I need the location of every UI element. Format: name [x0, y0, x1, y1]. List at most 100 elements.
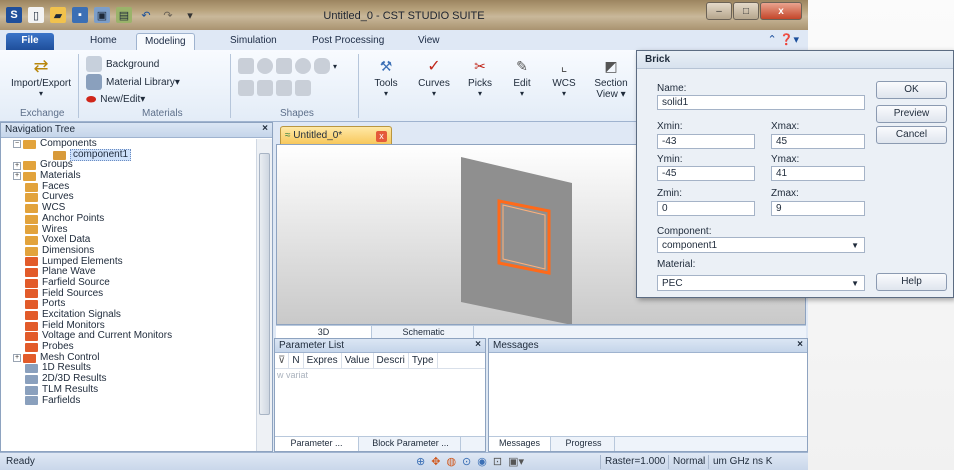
name-field[interactable]: solid1: [657, 95, 865, 110]
ribbon-tabs: File Home Modeling Simulation Post Proce…: [0, 30, 808, 50]
tree-item-label: Anchor Points: [42, 212, 105, 224]
close-button[interactable]: x: [760, 2, 802, 20]
tab-post-processing[interactable]: Post Processing: [304, 33, 392, 50]
tree-item[interactable]: Lumped Elements: [1, 256, 256, 268]
tree-item[interactable]: Wires: [1, 224, 256, 236]
expand-icon[interactable]: +: [13, 172, 21, 181]
tree-item[interactable]: + Materials: [1, 170, 256, 182]
sweep-icon[interactable]: [295, 80, 311, 96]
tab-modeling[interactable]: Modeling: [136, 33, 195, 50]
folder-icon: [23, 139, 36, 149]
scrollbar-thumb[interactable]: [259, 153, 270, 415]
zmax-field[interactable]: 9: [771, 201, 865, 216]
xmax-label: Xmax:: [771, 121, 800, 132]
zoom-icon[interactable]: ⊕: [416, 455, 425, 468]
ymax-field[interactable]: 41: [771, 166, 865, 181]
minimize-button[interactable]: –: [706, 2, 732, 20]
tab-parameter[interactable]: Parameter ...: [275, 437, 359, 451]
more-shapes-icon[interactable]: ▾: [333, 62, 337, 71]
column-header[interactable]: Value: [342, 352, 374, 369]
fit-view-icon[interactable]: ⊡: [493, 455, 502, 468]
tree-scrollbar[interactable]: [256, 139, 272, 451]
tree-item[interactable]: 2D/3D Results: [1, 373, 256, 385]
close-tab-icon[interactable]: x: [376, 131, 387, 142]
cone-shape-icon[interactable]: [276, 58, 292, 74]
tab-block-parameter[interactable]: Block Parameter ...: [361, 437, 461, 451]
help-button[interactable]: Help: [876, 273, 947, 291]
tree-item[interactable]: WCS: [1, 202, 256, 214]
tab-simulation[interactable]: Simulation: [222, 33, 285, 50]
tree-item[interactable]: TLM Results: [1, 384, 256, 396]
group-label-exchange: Exchange: [20, 108, 65, 119]
wcs-button[interactable]: ⌞ WCS ▾: [548, 54, 580, 99]
close-panel-icon[interactable]: ×: [475, 339, 481, 350]
tab-file[interactable]: File: [6, 33, 54, 50]
column-header[interactable]: Expres: [304, 352, 342, 369]
tree-item[interactable]: Voxel Data: [1, 234, 256, 246]
rotate-icon[interactable]: [257, 80, 273, 96]
tree-item[interactable]: Field Sources: [1, 288, 256, 300]
tools-button[interactable]: ⚒ Tools ▾: [366, 54, 406, 99]
material-library-button[interactable]: Material Library▾: [86, 74, 180, 90]
curves-button[interactable]: ✓ Curves ▾: [414, 54, 454, 98]
torus-shape-icon[interactable]: [295, 58, 311, 74]
tab-home[interactable]: Home: [82, 33, 125, 50]
view-tabs: 3D Schematic: [276, 325, 806, 339]
tree-item[interactable]: Anchor Points: [1, 212, 256, 225]
edit-button[interactable]: ✎ Edit ▾: [506, 54, 538, 99]
tab-messages[interactable]: Messages: [489, 437, 551, 451]
expand-icon[interactable]: +: [13, 354, 21, 363]
tree-item[interactable]: Farfield Source: [1, 277, 256, 289]
view-options-icon[interactable]: ▣▾: [508, 455, 524, 468]
rotate-view-icon[interactable]: ◍: [446, 455, 456, 468]
xmin-field[interactable]: -43: [657, 134, 755, 149]
tree-item[interactable]: + Mesh Control: [1, 352, 256, 364]
messages-panel: Messages × Messages Progress: [488, 338, 808, 452]
collapse-icon[interactable]: −: [13, 140, 21, 149]
xmax-field[interactable]: 45: [771, 134, 865, 149]
tree-item[interactable]: Curves: [1, 192, 256, 203]
tab-progress[interactable]: Progress: [553, 437, 615, 451]
units-field[interactable]: um GHz ns K: [708, 455, 776, 469]
section-view-button[interactable]: ◩ Section View ▾: [588, 54, 634, 101]
tree-item[interactable]: 1D Results: [1, 363, 256, 374]
background-button[interactable]: Background: [86, 56, 159, 72]
ok-button[interactable]: OK: [876, 81, 947, 99]
preview-button[interactable]: Preview: [876, 105, 947, 123]
new-edit-material-button[interactable]: ⬬ New/Edit▾: [86, 92, 145, 107]
filter-icon[interactable]: ⊽: [275, 352, 290, 369]
document-tab[interactable]: ≈ Untitled_0* x: [280, 126, 392, 144]
tree-item[interactable]: Plane Wave: [1, 267, 256, 278]
tree-item[interactable]: Ports: [1, 299, 256, 310]
tab-view[interactable]: View: [410, 33, 448, 50]
picks-button[interactable]: ✂ Picks ▾: [462, 54, 498, 99]
component-select[interactable]: component1 ▼: [657, 237, 865, 253]
pan-icon[interactable]: ✥: [431, 455, 440, 468]
zmin-field[interactable]: 0: [657, 201, 755, 216]
reset-view-icon[interactable]: ◉: [477, 455, 487, 468]
extrude-icon[interactable]: [238, 80, 254, 96]
maximize-button[interactable]: □: [733, 2, 759, 20]
column-header[interactable]: Descri: [374, 352, 409, 369]
brick-shape-icon[interactable]: [238, 58, 254, 74]
sphere-shape-icon[interactable]: [257, 58, 273, 74]
close-panel-icon[interactable]: ×: [797, 339, 803, 350]
help-icon[interactable]: ⌃ ❓▾: [768, 33, 800, 46]
tree-item[interactable]: Farfields: [1, 395, 256, 407]
tree-item[interactable]: Voltage and Current Monitors: [1, 331, 256, 342]
tree-item[interactable]: Faces: [1, 181, 256, 193]
zoom-region-icon[interactable]: ⊙: [462, 455, 471, 468]
import-export-button[interactable]: ⇄ Import/Export ▾: [11, 54, 71, 99]
cancel-button[interactable]: Cancel: [876, 126, 947, 144]
expand-icon[interactable]: +: [13, 161, 21, 170]
column-header[interactable]: N: [289, 352, 304, 369]
ymin-field[interactable]: -45: [657, 166, 755, 181]
new-parameter-placeholder[interactable]: w variat: [275, 369, 485, 380]
tree-item[interactable]: Dimensions: [1, 245, 256, 257]
loft-icon[interactable]: [276, 80, 292, 96]
tree-item[interactable]: Excitation Signals: [1, 309, 256, 321]
close-panel-icon[interactable]: ×: [262, 123, 268, 134]
column-header[interactable]: Type: [409, 352, 438, 369]
material-select[interactable]: PEC ▼: [657, 275, 865, 291]
cylinder-shape-icon[interactable]: [314, 58, 330, 74]
